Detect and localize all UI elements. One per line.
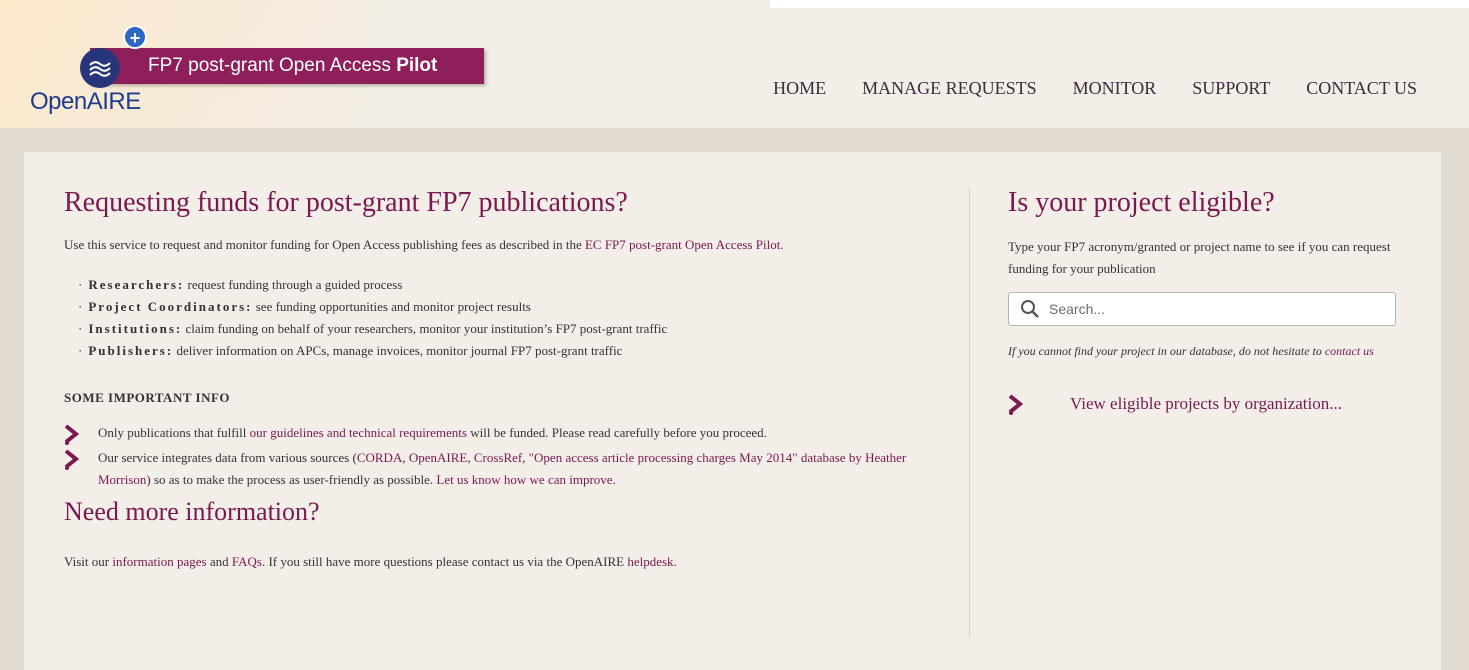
page-title: Requesting funds for post-grant FP7 publ… xyxy=(64,187,628,218)
feedback-link[interactable]: Let us know how we can improve xyxy=(436,472,612,487)
pilot-banner: FP7 post-grant Open Access Pilot xyxy=(90,48,484,84)
guidelines-link[interactable]: our guidelines and technical requirement… xyxy=(250,425,467,440)
faqs-link[interactable]: FAQs xyxy=(232,554,262,569)
nav-contact-us[interactable]: CONTACT US xyxy=(1306,78,1417,99)
roles-list: · Researchers: request funding through a … xyxy=(64,274,944,362)
search-icon xyxy=(1021,300,1039,318)
role-label: Institutions: xyxy=(88,321,183,336)
main-column: Requesting funds for post-grant FP7 publ… xyxy=(64,186,944,573)
info-text: Only publications that fulfill our guide… xyxy=(98,425,767,440)
header-strip xyxy=(770,0,1469,8)
role-label: Researchers: xyxy=(88,277,185,292)
view-projects-row[interactable]: View eligible projects by organization..… xyxy=(1008,392,1408,415)
list-item: · Institutions: claim funding on behalf o… xyxy=(78,321,668,336)
information-pages-link[interactable]: information pages xyxy=(112,554,206,569)
info-section-title: SOME IMPORTANT INFO xyxy=(64,390,231,405)
intro-end: . xyxy=(780,237,784,252)
role-desc: request funding through a guided process xyxy=(187,277,403,292)
crossref-link[interactable]: CrossRef xyxy=(474,450,522,465)
intro-text: Use this service to request and monitor … xyxy=(64,237,585,252)
list-item: · Researchers: request funding through a … xyxy=(78,277,403,292)
openaire-wave-icon xyxy=(80,48,120,88)
plus-icon: + xyxy=(123,25,147,49)
list-item: · Project Coordinators: see funding oppor… xyxy=(78,299,531,314)
logo-text: OpenAIRE xyxy=(30,88,141,115)
list-item: · Publishers: deliver information on APCs… xyxy=(78,343,623,358)
nav-manage-requests[interactable]: MANAGE REQUESTS xyxy=(862,78,1037,99)
search-box[interactable] xyxy=(1008,292,1396,326)
role-label: Publishers: xyxy=(88,343,174,358)
role-desc: see funding opportunities and monitor pr… xyxy=(255,299,531,314)
chevron-right-icon xyxy=(64,424,80,445)
chevron-right-icon xyxy=(64,449,80,470)
need-info-title: Need more information? xyxy=(64,497,320,526)
pilot-banner-bold: Pilot xyxy=(396,55,438,76)
contact-us-link[interactable]: contact us xyxy=(1325,344,1374,358)
view-projects-link[interactable]: View eligible projects by organization..… xyxy=(1070,394,1342,414)
content-panel: Requesting funds for post-grant FP7 publ… xyxy=(24,152,1441,670)
footer-text: Visit our information pages and FAQs. If… xyxy=(64,554,677,569)
pilot-link[interactable]: EC FP7 post-grant Open Access Pilot xyxy=(585,237,780,252)
chevron-right-icon xyxy=(1008,394,1024,415)
main-nav: HOME MANAGE REQUESTS MONITOR SUPPORT CON… xyxy=(737,78,1417,99)
page-body: Requesting funds for post-grant FP7 publ… xyxy=(0,128,1469,670)
eligibility-intro: Type your FP7 acronym/granted or project… xyxy=(1008,239,1391,276)
column-divider xyxy=(969,188,970,638)
nav-home[interactable]: HOME xyxy=(773,78,826,99)
corda-link[interactable]: CORDA xyxy=(357,450,403,465)
sidebar: Is your project eligible? Type your FP7 … xyxy=(1008,186,1408,415)
logo[interactable]: FP7 post-grant Open Access Pilot + OpenA… xyxy=(30,22,490,122)
search-input[interactable] xyxy=(1047,300,1395,318)
helpdesk-link[interactable]: helpdesk xyxy=(627,554,673,569)
eligibility-title: Is your project eligible? xyxy=(1008,187,1275,218)
info-item: Our service integrates data from various… xyxy=(64,447,944,491)
info-item: Only publications that fulfill our guide… xyxy=(64,422,944,445)
openaire-link[interactable]: OpenAIRE xyxy=(409,450,468,465)
intro-paragraph: Use this service to request and monitor … xyxy=(64,234,944,256)
role-desc: claim funding on behalf of your research… xyxy=(185,321,668,336)
role-label: Project Coordinators: xyxy=(88,299,253,314)
role-desc: deliver information on APCs, manage invo… xyxy=(176,343,623,358)
info-text: Our service integrates data from various… xyxy=(98,450,907,487)
pilot-banner-prefix: FP7 post-grant Open Access xyxy=(148,55,397,76)
header: FP7 post-grant Open Access Pilot + OpenA… xyxy=(0,0,1469,128)
nav-support[interactable]: SUPPORT xyxy=(1192,78,1270,99)
nav-monitor[interactable]: MONITOR xyxy=(1073,78,1157,99)
eligibility-note: If you cannot find your project in our d… xyxy=(1008,344,1374,358)
